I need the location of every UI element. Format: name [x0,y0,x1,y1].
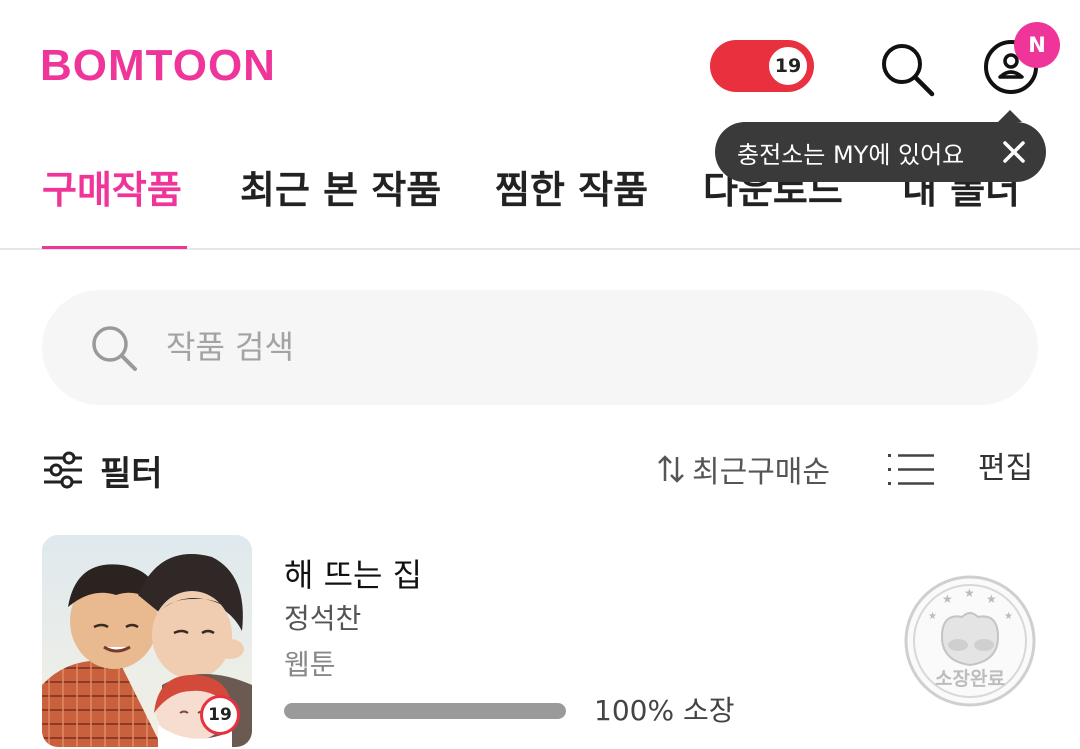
book-title: 해 뜨는 집 [284,556,423,594]
app-header: BOMTOON 19 N [0,0,1080,130]
book-list-item[interactable]: 19 해 뜨는 집 정석찬 웹툰 100% 소장 ★ ★ ★ ★ ★ 소장완료 [42,535,1038,749]
search-input[interactable] [166,318,986,376]
ownership-progress-bar [284,703,566,719]
svg-text:★: ★ [986,592,997,606]
book-author: 정석찬 [284,602,362,635]
ownership-progress-text: 100% 소장 [594,694,735,727]
close-icon[interactable] [998,136,1030,168]
search-icon [92,326,137,371]
adult-badge: 19 [766,44,810,88]
filter-button[interactable]: 필터 [42,445,163,495]
charge-station-tooltip: 충전소는 MY에 있어요 [715,110,1046,182]
filter-label: 필터 [100,453,163,494]
stamp-text: 소장완료 [935,668,1005,690]
svg-text:★: ★ [1004,611,1013,622]
new-notification-badge: N [1014,22,1060,68]
search-icon [882,44,935,97]
svg-text:★: ★ [942,592,953,606]
book-cover[interactable]: 19 [42,535,252,747]
sort-arrows-icon [658,455,684,483]
list-view-button[interactable] [886,450,936,490]
filter-sliders-icon [44,451,82,489]
owned-complete-stamp: ★ ★ ★ ★ ★ 소장완료 [904,575,1036,707]
tab-wishlist[interactable]: 찜한 작품 [495,164,648,216]
active-tab-indicator [42,246,187,249]
search-button[interactable] [876,38,938,100]
sort-button[interactable]: 최근구매순 [656,446,830,492]
svg-text:★: ★ [964,586,975,600]
svg-text:★: ★ [928,611,937,622]
cover-age-rating-badge: 19 [200,695,240,735]
ownership-progress-fill [284,703,566,719]
adult-content-toggle[interactable]: 19 [710,40,814,92]
title-search-box [42,290,1038,405]
tooltip-text: 충전소는 MY에 있어요 [737,140,965,169]
library-page: BOMTOON 19 N 구매작품 최근 본 작품 찜한 작품 다운로드 내 폴… [0,0,1080,749]
edit-button[interactable]: 편집 [978,446,1033,492]
bomtoon-logo[interactable]: BOMTOON [40,40,276,92]
tab-purchased[interactable]: 구매작품 [42,164,182,216]
tab-recent[interactable]: 최근 본 작품 [240,164,441,216]
list-view-icon [888,454,934,485]
book-genre: 웹툰 [284,648,336,681]
sort-label: 최근구매순 [692,455,830,490]
